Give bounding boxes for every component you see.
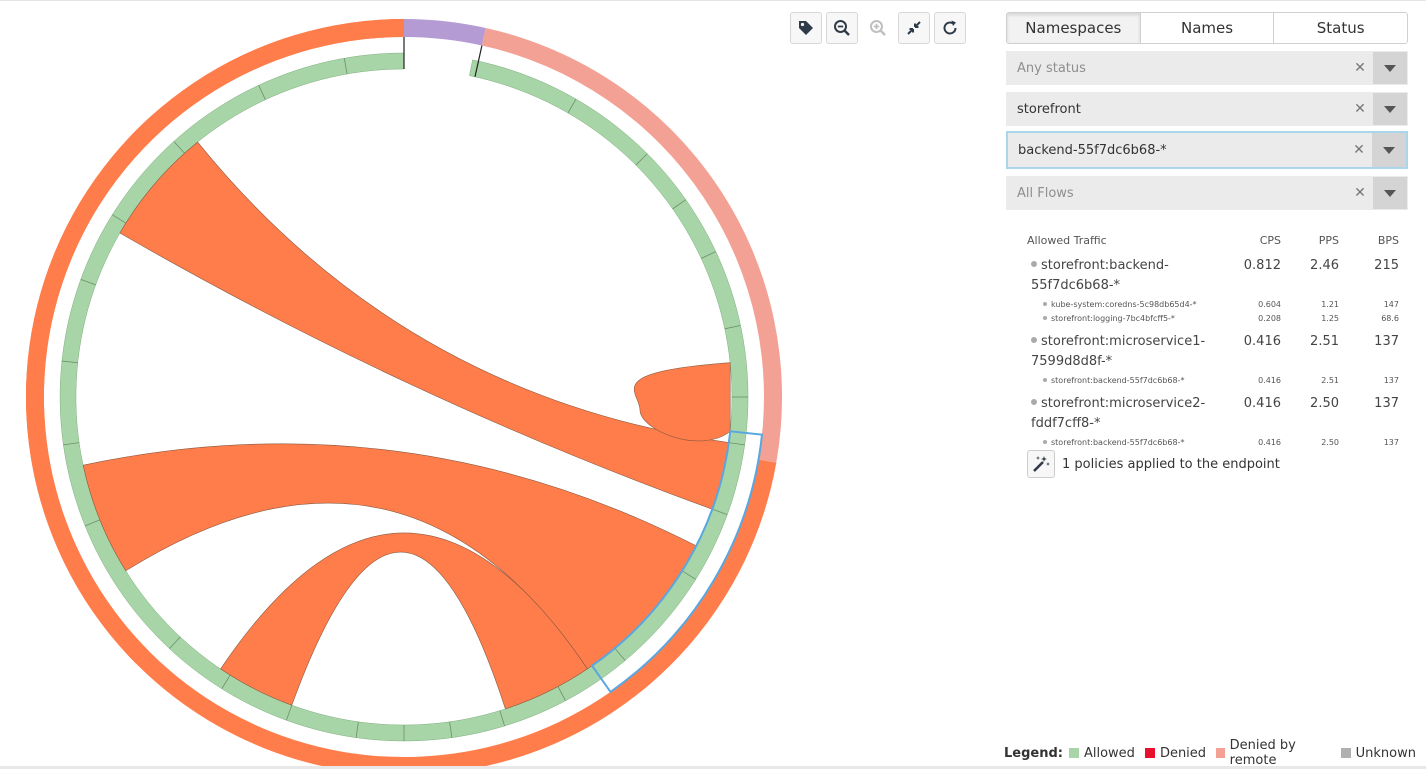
traffic-group-name: storefront:microservice1- 7599d8d8f-* bbox=[1031, 334, 1206, 369]
flows-select[interactable]: All Flows ✕ bbox=[1006, 176, 1408, 210]
traffic-bps: 215 bbox=[1374, 258, 1399, 273]
subrow-bps: 137 bbox=[1383, 438, 1399, 447]
subrow-bps: 68.6 bbox=[1381, 314, 1399, 323]
traffic-group[interactable]: storefront:backend- 55f7dc6b68-* 0.812 2… bbox=[1027, 256, 1399, 296]
traffic-cps: 0.416 bbox=[1243, 396, 1281, 411]
filter-panel: Namespaces Names Status Any status ✕ sto… bbox=[1006, 12, 1408, 210]
traffic-subrow: storefront:logging-7bc4bfcff5-* 0.208 1.… bbox=[1027, 312, 1399, 326]
refresh-icon bbox=[943, 20, 957, 35]
subrow-pps: 2.51 bbox=[1321, 376, 1339, 385]
bullet-icon bbox=[1043, 315, 1047, 320]
namespace-dropdown-arrow-icon[interactable] bbox=[1373, 93, 1407, 125]
traffic-bps: 137 bbox=[1374, 334, 1399, 349]
traffic-bps: 137 bbox=[1374, 396, 1399, 411]
flows-dropdown-arrow-icon[interactable] bbox=[1373, 177, 1407, 209]
zoom-out-button[interactable] bbox=[826, 12, 858, 44]
flows-clear-icon[interactable]: ✕ bbox=[1347, 185, 1373, 201]
bullet-icon bbox=[1031, 336, 1037, 343]
subrow-cps: 0.416 bbox=[1258, 438, 1281, 447]
traffic-header: Allowed Traffic CPS PPS BPS bbox=[1027, 231, 1399, 249]
tab-namespaces[interactable]: Namespaces bbox=[1007, 13, 1141, 43]
flows-select-placeholder[interactable]: All Flows bbox=[1007, 186, 1347, 201]
traffic-group[interactable]: storefront:microservice2- fddf7cff8-* 0.… bbox=[1027, 394, 1399, 434]
bullet-icon bbox=[1043, 439, 1047, 444]
traffic-subrow: kube-system:coredns-5c98db65d4-* 0.604 1… bbox=[1027, 298, 1399, 312]
name-select[interactable]: backend-55f7dc6b68-* ✕ bbox=[1006, 131, 1408, 169]
tag-icon bbox=[799, 21, 813, 35]
status-select[interactable]: Any status ✕ bbox=[1006, 51, 1408, 85]
col-pps: PPS bbox=[1318, 233, 1339, 247]
legend-swatch bbox=[1340, 748, 1351, 758]
col-cps: CPS bbox=[1259, 233, 1281, 247]
bullet-icon bbox=[1043, 301, 1047, 306]
name-select-value[interactable]: backend-55f7dc6b68-* bbox=[1008, 143, 1346, 158]
namespace-clear-icon[interactable]: ✕ bbox=[1347, 101, 1373, 117]
zoom-in-icon bbox=[870, 20, 886, 36]
allowed-traffic-table: Allowed Traffic CPS PPS BPS storefront:b… bbox=[1027, 231, 1399, 450]
traffic-pps: 2.51 bbox=[1310, 334, 1339, 349]
subrow-pps: 1.21 bbox=[1321, 300, 1339, 309]
subrow-cps: 0.416 bbox=[1258, 376, 1281, 385]
collapse-button[interactable] bbox=[898, 12, 930, 44]
bullet-icon bbox=[1031, 398, 1037, 405]
policy-button[interactable] bbox=[1027, 450, 1055, 478]
legend-title: Legend: bbox=[1004, 745, 1063, 761]
traffic-pps: 2.46 bbox=[1310, 258, 1339, 273]
legend-item-denied-by-remote: Denied by remote bbox=[1216, 738, 1331, 768]
traffic-group-name: storefront:backend- 55f7dc6b68-* bbox=[1031, 258, 1169, 293]
view-tabs: Namespaces Names Status bbox=[1006, 12, 1408, 44]
traffic-pps: 2.50 bbox=[1310, 396, 1339, 411]
namespace-select-value[interactable]: storefront bbox=[1007, 102, 1347, 117]
name-dropdown-arrow-icon[interactable] bbox=[1372, 133, 1406, 167]
graph-toolbar bbox=[790, 12, 966, 44]
refresh-button[interactable] bbox=[934, 12, 966, 44]
legend-item-allowed: Allowed bbox=[1068, 745, 1135, 761]
zoom-in-button[interactable] bbox=[862, 12, 894, 44]
magic-wand-icon bbox=[1033, 456, 1050, 472]
status-dropdown-arrow-icon[interactable] bbox=[1373, 52, 1407, 84]
legend-item-denied: Denied bbox=[1144, 745, 1207, 761]
legend-swatch bbox=[1144, 748, 1155, 758]
tab-names[interactable]: Names bbox=[1140, 13, 1275, 43]
legend-swatch bbox=[1216, 748, 1225, 758]
traffic-subrow: storefront:backend-55f7dc6b68-* 0.416 2.… bbox=[1027, 436, 1399, 450]
legend-item-unknown: Unknown bbox=[1340, 745, 1416, 761]
legend-label: Allowed bbox=[1083, 745, 1135, 761]
policy-row: 1 policies applied to the endpoint bbox=[1027, 450, 1280, 478]
legend: Legend: Allowed Denied Denied by remote … bbox=[1004, 738, 1426, 768]
status-select-placeholder[interactable]: Any status bbox=[1007, 61, 1347, 76]
bullet-icon bbox=[1031, 260, 1037, 267]
traffic-group-name: storefront:microservice2- fddf7cff8-* bbox=[1031, 396, 1206, 431]
tag-button[interactable] bbox=[790, 12, 822, 44]
chord-layer[interactable] bbox=[82, 141, 731, 710]
traffic-subrow: storefront:backend-55f7dc6b68-* 0.416 2.… bbox=[1027, 374, 1399, 388]
subrow-pps: 2.50 bbox=[1321, 438, 1339, 447]
name-clear-icon[interactable]: ✕ bbox=[1346, 142, 1372, 158]
legend-label: Denied by remote bbox=[1229, 738, 1296, 768]
traffic-title: Allowed Traffic bbox=[1027, 233, 1107, 247]
policy-label[interactable]: 1 policies applied to the endpoint bbox=[1062, 457, 1280, 472]
zoom-out-icon bbox=[834, 20, 850, 36]
traffic-cps: 0.416 bbox=[1243, 334, 1281, 349]
col-bps: BPS bbox=[1377, 233, 1399, 247]
tab-status[interactable]: Status bbox=[1274, 13, 1407, 43]
subrow-bps: 137 bbox=[1383, 376, 1399, 385]
namespace-arc-kube-system[interactable] bbox=[404, 19, 486, 46]
subrow-bps: 147 bbox=[1383, 300, 1399, 309]
chord-diagram[interactable] bbox=[0, 0, 800, 769]
bullet-icon bbox=[1043, 377, 1047, 382]
namespace-select[interactable]: storefront ✕ bbox=[1006, 92, 1408, 126]
traffic-cps: 0.812 bbox=[1243, 258, 1281, 273]
subrow-pps: 1.25 bbox=[1321, 314, 1339, 323]
legend-label: Unknown bbox=[1355, 745, 1416, 761]
traffic-group[interactable]: storefront:microservice1- 7599d8d8f-* 0.… bbox=[1027, 332, 1399, 372]
collapse-icon bbox=[907, 21, 921, 35]
status-clear-icon[interactable]: ✕ bbox=[1347, 60, 1373, 76]
subrow-cps: 0.604 bbox=[1258, 300, 1281, 309]
legend-swatch bbox=[1068, 748, 1079, 758]
legend-label: Denied bbox=[1159, 745, 1207, 761]
subrow-cps: 0.208 bbox=[1258, 314, 1281, 323]
